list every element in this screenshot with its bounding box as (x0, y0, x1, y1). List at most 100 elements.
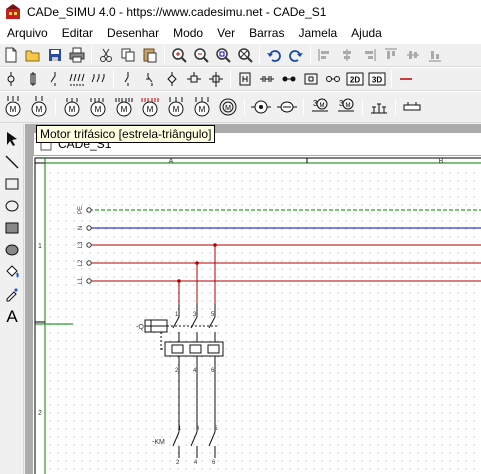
resistor-icon[interactable] (256, 68, 278, 90)
coil-icon[interactable] (139, 68, 161, 90)
zoom-out-icon[interactable] (190, 44, 212, 66)
open-folder-icon[interactable] (22, 44, 44, 66)
ellipse-icon[interactable] (1, 195, 23, 217)
contactor-tag: -KM (152, 439, 165, 446)
align-left-icon[interactable] (314, 44, 336, 66)
align-middle-icon[interactable] (402, 44, 424, 66)
undo-icon[interactable] (263, 44, 285, 66)
label-l1: L1 (78, 277, 84, 284)
align-right-icon[interactable] (358, 44, 380, 66)
switch-icon[interactable] (44, 68, 66, 90)
wire-icon[interactable] (395, 68, 417, 90)
motor-delta-icon[interactable]: M (189, 93, 215, 121)
new-file-icon[interactable] (0, 44, 22, 66)
cadesimu-app-icon (6, 4, 20, 19)
motor-three-phase-icon[interactable]: M (0, 93, 26, 121)
svg-text:M: M (36, 105, 43, 114)
redo-icon[interactable] (285, 44, 307, 66)
contact-nc-icon[interactable] (117, 68, 139, 90)
menu-ver[interactable]: Ver (210, 24, 242, 43)
breaker-thermal-block[interactable] (164, 341, 224, 357)
transformer-icon[interactable] (274, 93, 300, 121)
motor-star-icon[interactable]: M (163, 93, 189, 121)
menu-barras[interactable]: Barras (242, 24, 291, 43)
toolbar-separator (113, 70, 114, 88)
schematic-drawing[interactable]: A B 1 2 PE N L3 L2 L1 -Q 1 3 5 2 4 6 1 3… (33, 156, 481, 474)
label-l2: L2 (78, 259, 84, 266)
align-bottom-icon[interactable] (424, 44, 446, 66)
menu-desenhar[interactable]: Desenhar (100, 24, 166, 43)
2d-view-icon[interactable]: 2D (344, 68, 366, 90)
cut-icon[interactable] (95, 44, 117, 66)
three-phase-ac-icon[interactable] (366, 93, 392, 121)
svg-text:3D: 3D (372, 76, 382, 85)
components-toolbar: 2D 3D (0, 67, 481, 91)
toolbar-separator (391, 70, 392, 88)
heater-icon[interactable] (399, 93, 425, 121)
motor-dahlander-icon[interactable]: M (111, 93, 137, 121)
pushbutton-icon[interactable] (0, 68, 22, 90)
line-icon[interactable] (1, 151, 23, 173)
terminal-n[interactable] (86, 225, 92, 231)
generator-icon[interactable] (248, 93, 274, 121)
fuse-icon[interactable] (22, 68, 44, 90)
paste-icon[interactable] (139, 44, 161, 66)
menu-arquivo[interactable]: Arquivo (0, 24, 55, 43)
mdi-workspace: CADe_S1 A B 1 2 PE N L3 L2 L1 -Q 1 3 5 2… (25, 124, 481, 474)
select-arrow-icon[interactable] (1, 128, 23, 150)
pump-icon[interactable]: 3M (307, 93, 333, 121)
row-label-1: 1 (38, 243, 42, 250)
motor-dc-icon[interactable]: M (59, 93, 85, 121)
menu-editar[interactable]: Editar (55, 24, 100, 43)
timer-icon[interactable] (205, 68, 227, 90)
terminal-icon[interactable] (300, 68, 322, 90)
print-icon[interactable] (66, 44, 88, 66)
filled-rectangle-icon[interactable] (1, 217, 23, 239)
relay-icon[interactable] (183, 68, 205, 90)
svg-text:M: M (346, 103, 351, 109)
svg-text:M: M (320, 103, 325, 109)
multipole-switch-icon[interactable] (66, 68, 88, 90)
svg-text:M: M (225, 105, 231, 112)
zoom-fit-icon[interactable] (234, 44, 256, 66)
3d-view-icon[interactable]: 3D (366, 68, 388, 90)
motor-star-delta-icon[interactable]: M (215, 93, 241, 121)
toolbar-separator (164, 46, 165, 64)
align-center-icon[interactable] (336, 44, 358, 66)
motor-two-speed-icon[interactable]: M (85, 93, 111, 121)
row-label-2: 2 (38, 410, 42, 417)
svg-text:M: M (10, 105, 17, 114)
fill-icon[interactable] (1, 261, 23, 283)
contact-icon[interactable] (88, 68, 110, 90)
terminal-l3[interactable] (86, 242, 92, 248)
menu-jamela[interactable]: Jamela (291, 24, 344, 43)
align-top-icon[interactable] (380, 44, 402, 66)
terminal-l2[interactable] (86, 260, 92, 266)
copy-icon[interactable] (117, 44, 139, 66)
sensor-icon[interactable] (234, 68, 256, 90)
svg-text:2D: 2D (350, 76, 360, 85)
title-bar: CADe_SIMU 4.0 - https://www.cadesimu.net… (0, 0, 481, 24)
column-label-a: A (169, 158, 174, 165)
terminal-l1[interactable] (86, 278, 92, 284)
text-icon[interactable]: A (1, 305, 23, 327)
motor-rotor-icon[interactable]: M (137, 93, 163, 121)
three-phase-transformer-icon[interactable]: 3M (333, 93, 359, 121)
zoom-window-icon[interactable] (212, 44, 234, 66)
menu-ajuda[interactable]: Ajuda (344, 24, 389, 43)
svg-text:M: M (199, 105, 206, 114)
lamp-icon[interactable] (161, 68, 183, 90)
save-icon[interactable] (44, 44, 66, 66)
window-title: CADe_SIMU 4.0 - https://www.cadesimu.net… (27, 5, 327, 19)
terminal-pe[interactable] (86, 207, 92, 213)
eyedropper-icon[interactable] (1, 283, 23, 305)
capacitor-icon[interactable] (278, 68, 300, 90)
schematic-canvas[interactable]: A B 1 2 PE N L3 L2 L1 -Q 1 3 5 2 4 6 1 3… (33, 156, 481, 474)
filled-ellipse-icon[interactable] (1, 239, 23, 261)
motor-single-phase-icon[interactable]: M (26, 93, 52, 121)
zoom-in-icon[interactable] (168, 44, 190, 66)
svg-text:M: M (69, 105, 76, 114)
rectangle-icon[interactable] (1, 173, 23, 195)
menu-modo[interactable]: Modo (166, 24, 210, 43)
three-phase-icon[interactable] (322, 68, 344, 90)
